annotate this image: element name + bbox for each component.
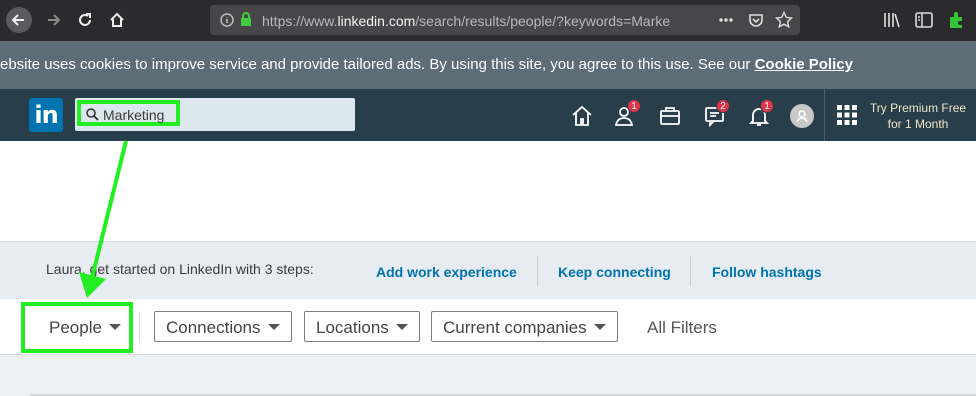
current-companies-filter-button[interactable]: Current companies bbox=[431, 311, 618, 342]
step-divider bbox=[690, 256, 691, 286]
premium-line-2: for 1 Month bbox=[887, 117, 949, 131]
premium-line-1: Try Premium Free bbox=[869, 101, 967, 115]
forward-icon bbox=[48, 14, 61, 26]
network-badge: 1 bbox=[627, 99, 641, 113]
linkedin-logo[interactable]: in bbox=[29, 98, 63, 132]
reload-button[interactable] bbox=[72, 7, 98, 33]
back-icon bbox=[11, 14, 24, 26]
library-icon[interactable] bbox=[883, 12, 901, 28]
results-area bbox=[0, 356, 976, 396]
follow-hashtags-link[interactable]: Follow hashtags bbox=[712, 264, 822, 280]
cookie-policy-link[interactable]: Cookie Policy bbox=[755, 56, 853, 73]
url-text: https://www.linkedin.com/search/results/… bbox=[262, 13, 671, 29]
home-icon bbox=[110, 12, 124, 27]
linkedin-header: in Marketing 1 2 1 Try Premium Free for … bbox=[0, 89, 976, 141]
cookie-banner: ebsite uses cookies to improve service a… bbox=[0, 41, 976, 89]
messaging-badge: 2 bbox=[716, 99, 730, 113]
work-grid-icon[interactable] bbox=[837, 105, 857, 125]
all-filters-button[interactable]: All Filters bbox=[647, 318, 717, 338]
add-work-experience-link[interactable]: Add work experience bbox=[376, 264, 517, 280]
lock-icon[interactable] bbox=[240, 12, 252, 27]
current-companies-filter-label: Current companies bbox=[443, 318, 587, 337]
search-query: Marketing bbox=[103, 107, 165, 123]
header-divider bbox=[824, 89, 825, 141]
sidebar-icon[interactable] bbox=[915, 12, 933, 28]
steps-intro: Laura, get started on LinkedIn with 3 st… bbox=[46, 261, 314, 277]
forward-button[interactable] bbox=[40, 7, 66, 33]
reload-icon bbox=[79, 13, 91, 26]
caret-down-icon bbox=[108, 323, 121, 330]
home-nav-icon[interactable] bbox=[570, 104, 594, 128]
people-filter-dropdown[interactable]: People bbox=[49, 318, 121, 338]
more-icon[interactable] bbox=[718, 14, 734, 26]
jobs-icon[interactable] bbox=[658, 104, 682, 128]
people-filter-label: People bbox=[49, 318, 102, 337]
info-icon[interactable] bbox=[220, 13, 234, 27]
cookie-message: ebsite uses cookies to improve service a… bbox=[0, 56, 755, 73]
filter-divider bbox=[139, 312, 140, 342]
top-content-area bbox=[0, 141, 976, 241]
pocket-icon[interactable] bbox=[748, 12, 764, 28]
locations-filter-button[interactable]: Locations bbox=[304, 311, 420, 342]
search-input[interactable]: Marketing bbox=[75, 98, 355, 131]
search-icon bbox=[86, 108, 99, 121]
address-bar[interactable]: https://www.linkedin.com/search/results/… bbox=[210, 5, 800, 35]
step-divider bbox=[537, 256, 538, 286]
search-filter-bar: People Connections Locations Current com… bbox=[0, 299, 976, 355]
back-button[interactable] bbox=[6, 7, 32, 33]
locations-filter-label: Locations bbox=[316, 318, 389, 337]
avatar[interactable] bbox=[790, 104, 814, 128]
notifications-badge: 1 bbox=[760, 99, 774, 113]
browser-toolbar: https://www.linkedin.com/search/results/… bbox=[0, 0, 976, 41]
home-button[interactable] bbox=[104, 7, 130, 33]
premium-link[interactable]: Try Premium Free for 1 Month bbox=[862, 100, 974, 132]
caret-down-icon bbox=[395, 323, 408, 330]
getting-started-bar: Laura, get started on LinkedIn with 3 st… bbox=[0, 241, 976, 299]
caret-down-icon bbox=[593, 323, 606, 330]
caret-down-icon bbox=[267, 323, 280, 330]
keep-connecting-link[interactable]: Keep connecting bbox=[558, 264, 671, 280]
connections-filter-label: Connections bbox=[166, 318, 261, 337]
star-icon[interactable] bbox=[775, 11, 793, 29]
connections-filter-button[interactable]: Connections bbox=[154, 311, 292, 342]
extension-icon[interactable] bbox=[947, 11, 965, 29]
